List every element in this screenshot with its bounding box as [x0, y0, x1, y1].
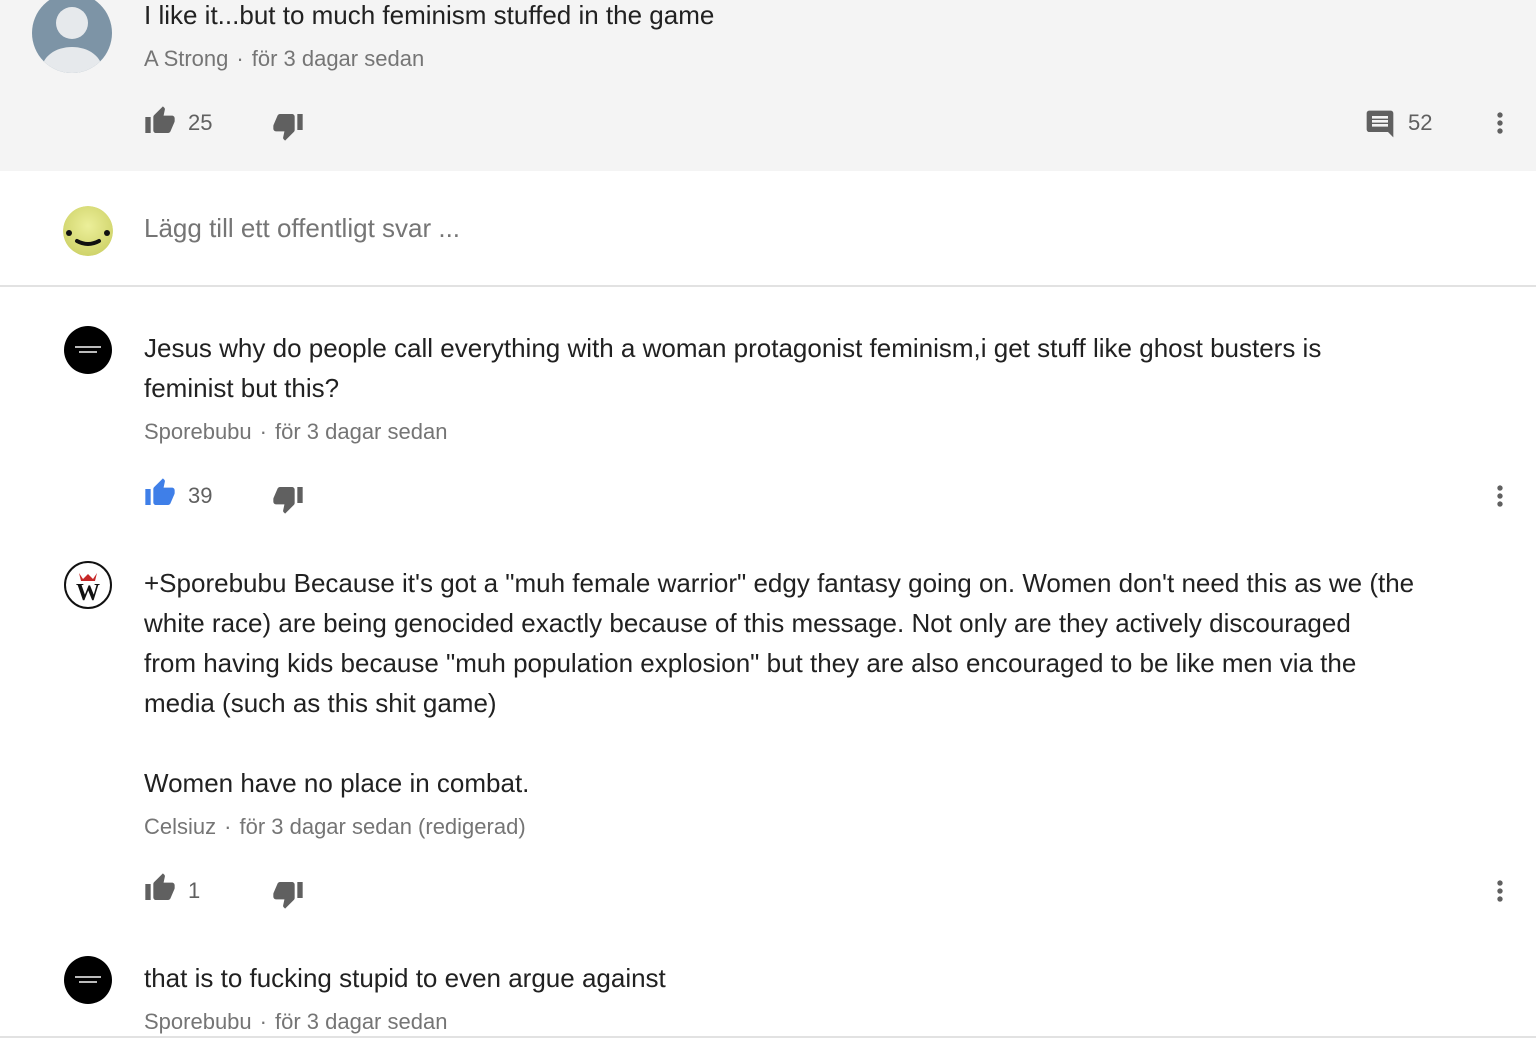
thumb-up-icon	[145, 106, 175, 133]
reply-meta: Celsiuz · för 3 dagar sedan (redigerad)	[144, 814, 526, 839]
comment-meta: A Strong · för 3 dagar sedan	[144, 46, 425, 71]
avatar-sporebubu[interactable]	[64, 956, 112, 1004]
reply-input[interactable]	[144, 211, 844, 245]
thumb-down-icon	[273, 114, 303, 141]
more-options-button[interactable]	[1484, 875, 1516, 912]
like-count: 25	[188, 110, 213, 135]
reply-count: 52	[1408, 110, 1433, 135]
like-button[interactable]	[144, 477, 176, 514]
reply-meta: Sporebubu · för 3 dagar sedan	[144, 1009, 448, 1034]
more-vert-icon	[1497, 880, 1503, 902]
like-count: 1	[188, 878, 201, 903]
more-options-button[interactable]	[1484, 480, 1516, 517]
avatar-sporebubu[interactable]	[64, 326, 112, 374]
more-vert-icon	[1497, 112, 1503, 134]
comment-time[interactable]: för 3 dagar sedan (redigerad)	[239, 814, 525, 839]
current-user-avatar	[63, 206, 113, 256]
avatar-celsiuz[interactable]: W	[64, 561, 112, 609]
reply-text: +Sporebubu Because it's got a "muh femal…	[144, 568, 1415, 798]
comment-time[interactable]: för 3 dagar sedan	[275, 419, 447, 444]
thumb-up-icon	[145, 873, 175, 900]
thumb-up-icon	[145, 478, 175, 505]
like-button[interactable]	[144, 872, 176, 909]
author-name[interactable]: Sporebubu	[144, 419, 252, 444]
more-options-button[interactable]	[1484, 107, 1516, 144]
like-count: 39	[188, 483, 213, 508]
reply-text: Jesus why do people call everything with…	[144, 333, 1322, 403]
reply-box	[0, 171, 1536, 287]
reply-meta: Sporebubu · för 3 dagar sedan	[144, 419, 448, 444]
comment-text: I like it...but to much feminism stuffed…	[144, 0, 715, 30]
comment-time[interactable]: för 3 dagar sedan	[252, 46, 424, 71]
like-button[interactable]	[144, 105, 176, 142]
author-name[interactable]: Sporebubu	[144, 1009, 252, 1034]
top-comment: I like it...but to much feminism stuffed…	[0, 0, 1536, 171]
author-name[interactable]: A Strong	[144, 46, 228, 71]
avatar-a-strong[interactable]	[32, 0, 112, 73]
thumb-down-icon	[273, 882, 303, 909]
dislike-button[interactable]	[272, 878, 304, 915]
comment-icon	[1366, 110, 1394, 138]
dislike-button[interactable]	[272, 110, 304, 147]
comment-time[interactable]: för 3 dagar sedan	[275, 1009, 447, 1034]
dislike-button[interactable]	[272, 483, 304, 520]
reply-text: that is to fucking stupid to even argue …	[144, 963, 666, 993]
author-name[interactable]: Celsiuz	[144, 814, 216, 839]
svg-text:W: W	[76, 580, 100, 606]
thumb-down-icon	[273, 487, 303, 514]
replies-button[interactable]	[1364, 108, 1396, 145]
more-vert-icon	[1497, 485, 1503, 507]
